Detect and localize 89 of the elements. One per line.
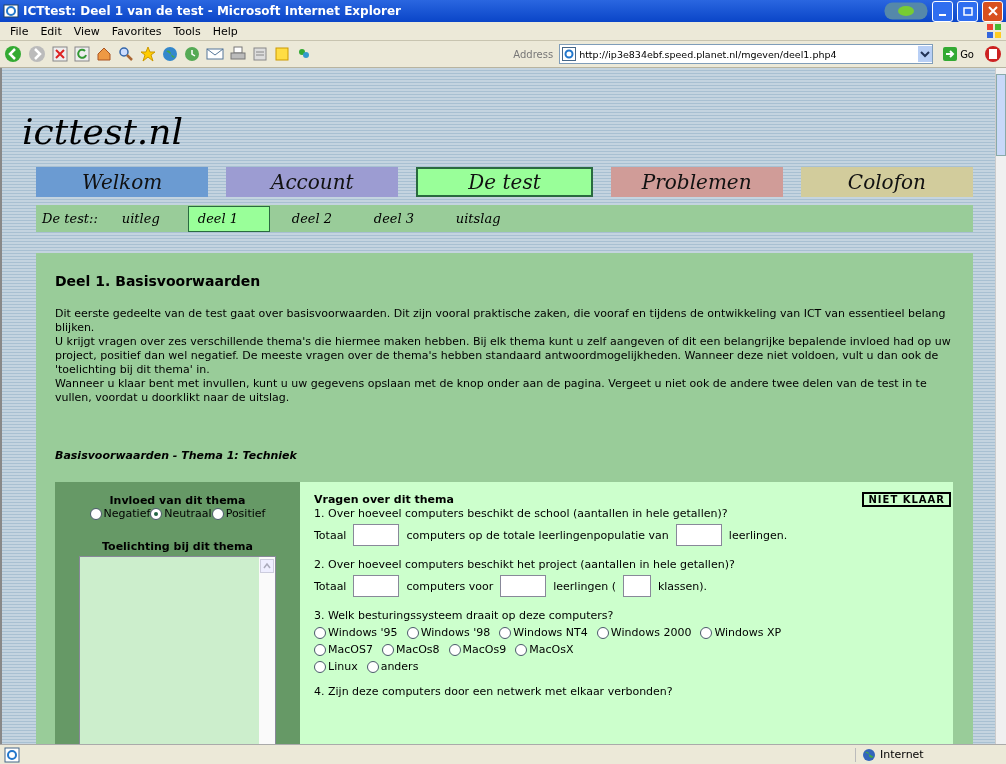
browser-icon (3, 3, 19, 19)
answer-text: leerlingen. (728, 528, 788, 542)
intro-paragraph: U krijgt vragen over zes verschillende thema's die hiermee maken hebben. Bij elk thema kunt u zelf aangeven of dit een belangrijke bepalende invloed had op uw project, positief dan wel negatief. De meeste vragen over de thema's hebben standaard antwoordmogelijkheden. Wanneer deze niet voldoen, vult u dan ook de 'toelichting bij dit thema' in. (55, 335, 952, 377)
intro-paragraph: Dit eerste gedeelte van de test gaat over basisvoorwaarden. Dit zijn vooral praktische zaken, die vooraf en tijdens de ontwikkeling van ICT van essentieel belang blijken. (55, 307, 947, 335)
os-radio[interactable]: MacOsX (515, 643, 574, 656)
page-status-icon (4, 746, 20, 763)
scroll-up-icon[interactable] (260, 559, 274, 573)
globe-icon[interactable] (162, 46, 178, 62)
os-radio[interactable]: MacOs9 (448, 643, 507, 656)
subnav-label: De test:: (41, 211, 99, 226)
menu-item[interactable]: Tools (167, 24, 207, 38)
globe-icon (862, 747, 876, 762)
subnav-link[interactable]: deel 3 (363, 205, 434, 232)
nav-tab[interactable]: De test (416, 167, 593, 197)
print-icon[interactable] (230, 46, 246, 62)
stop-icon[interactable] (52, 46, 68, 62)
menu-item[interactable]: Favorites (105, 24, 168, 38)
edit-icon[interactable] (252, 46, 268, 62)
menu-item[interactable]: View (67, 24, 106, 38)
subnav-link[interactable]: deel 1 (187, 205, 270, 232)
question-text: 1. Over hoeveel computers beschikt de school (aantallen in hele getallen)? (314, 507, 729, 520)
back-icon[interactable] (4, 45, 22, 63)
influence-radio[interactable]: Neutraal (150, 507, 212, 520)
answer-text: leerlingen ( (553, 579, 616, 593)
number-field[interactable] (500, 575, 547, 597)
intro-paragraph: Wanneer u klaar bent met invullen, kunt u uw gegevens opslaan met de knop onder aan de pagina. Vergeet u niet ook de andere twee delen van de test in te vullen, voordat u doorklikt naar de uitslag. (55, 377, 928, 405)
os-radio[interactable]: Windows '95 (314, 626, 398, 639)
os-radio[interactable]: Linux (314, 660, 358, 673)
subnav-link[interactable]: uitleg (111, 205, 182, 232)
number-field[interactable] (622, 575, 651, 597)
maximize-button[interactable] (957, 0, 978, 22)
os-radio[interactable]: Windows XP (700, 626, 782, 639)
nav-tab[interactable]: Problemen (610, 167, 783, 197)
page-heading: Deel 1. Basisvoorwaarden (55, 273, 262, 289)
menu-item[interactable]: File (4, 24, 35, 38)
arrow-icon (943, 47, 958, 61)
search-icon[interactable] (118, 46, 134, 62)
address-label: Address (513, 48, 554, 60)
number-field[interactable] (353, 575, 400, 597)
windows-logo-icon (986, 23, 1002, 39)
answer-text: klassen). (657, 579, 708, 593)
os-radio[interactable]: anders (366, 660, 419, 673)
number-field[interactable] (353, 524, 400, 546)
nav-tab[interactable]: Welkom (36, 167, 209, 197)
influence-radio[interactable]: Negatief (89, 507, 151, 520)
minimize-icon (939, 14, 946, 16)
history-icon[interactable] (184, 46, 200, 62)
menu-item[interactable]: Edit (34, 24, 68, 38)
go-button[interactable]: Go (939, 47, 978, 61)
forward-icon[interactable] (28, 45, 46, 63)
number-field[interactable] (675, 524, 722, 546)
home-icon[interactable] (96, 46, 112, 62)
address-field[interactable]: http://ip3e834ebf.speed.planet.nl/mgeven/deel1.php4 (559, 44, 934, 64)
influence-radio[interactable]: Positief (211, 507, 266, 520)
close-button[interactable] (982, 0, 1003, 22)
answer-text: Totaal (314, 579, 347, 593)
window-title: ICTtest: Deel 1 van de test - Microsoft Internet Explorer (23, 4, 401, 18)
menu-item[interactable]: Help (206, 24, 244, 38)
comment-title: Toelichting bij dit thema (102, 540, 253, 553)
influence-title: Invloed van dit thema (109, 494, 246, 507)
subnav-link[interactable]: deel 2 (281, 205, 352, 232)
answer-text: computers op de totale leerlingenpopulatie van (406, 528, 669, 542)
refresh-icon[interactable] (74, 46, 90, 62)
os-radio[interactable]: MacOs8 (381, 643, 440, 656)
subnav-link[interactable]: uitslag (445, 205, 516, 232)
page-icon (562, 47, 577, 61)
zone-label: Internet (880, 748, 924, 761)
nav-tab[interactable]: Account (226, 167, 399, 197)
os-radio[interactable]: Windows 2000 (596, 626, 692, 639)
questions-title: Vragen over dit thema (314, 493, 454, 506)
site-logo: icttest.nl (22, 110, 184, 154)
maximize-icon (962, 6, 973, 16)
close-icon (987, 6, 998, 16)
star-icon[interactable] (140, 46, 156, 62)
theme-title: Basisvoorwaarden - Thema 1: Techniek (55, 449, 298, 462)
minimize-button[interactable] (932, 0, 953, 22)
os-radio[interactable]: Windows '98 (406, 626, 491, 639)
os-radio[interactable]: MacOS7 (314, 643, 373, 656)
question-text: 2. Over hoeveel computers beschikt het project (aantallen in hele getallen)? (314, 558, 736, 571)
answer-text: Totaal (314, 528, 347, 542)
question-text: 4. Zijn deze computers door een netwerk met elkaar verbonden? (314, 685, 674, 698)
page-scrollbar[interactable] (995, 68, 1006, 744)
textarea-scrollbar[interactable] (259, 557, 275, 744)
question-text: 3. Welk besturingssysteem draait op deze computers? (314, 609, 615, 622)
os-radio[interactable]: Windows NT4 (499, 626, 588, 639)
nav-tab[interactable]: Colofon (800, 167, 973, 197)
mail-icon[interactable] (206, 46, 224, 62)
status-badge: NIET KLAAR (862, 492, 951, 507)
answer-text: computers voor (406, 579, 494, 593)
